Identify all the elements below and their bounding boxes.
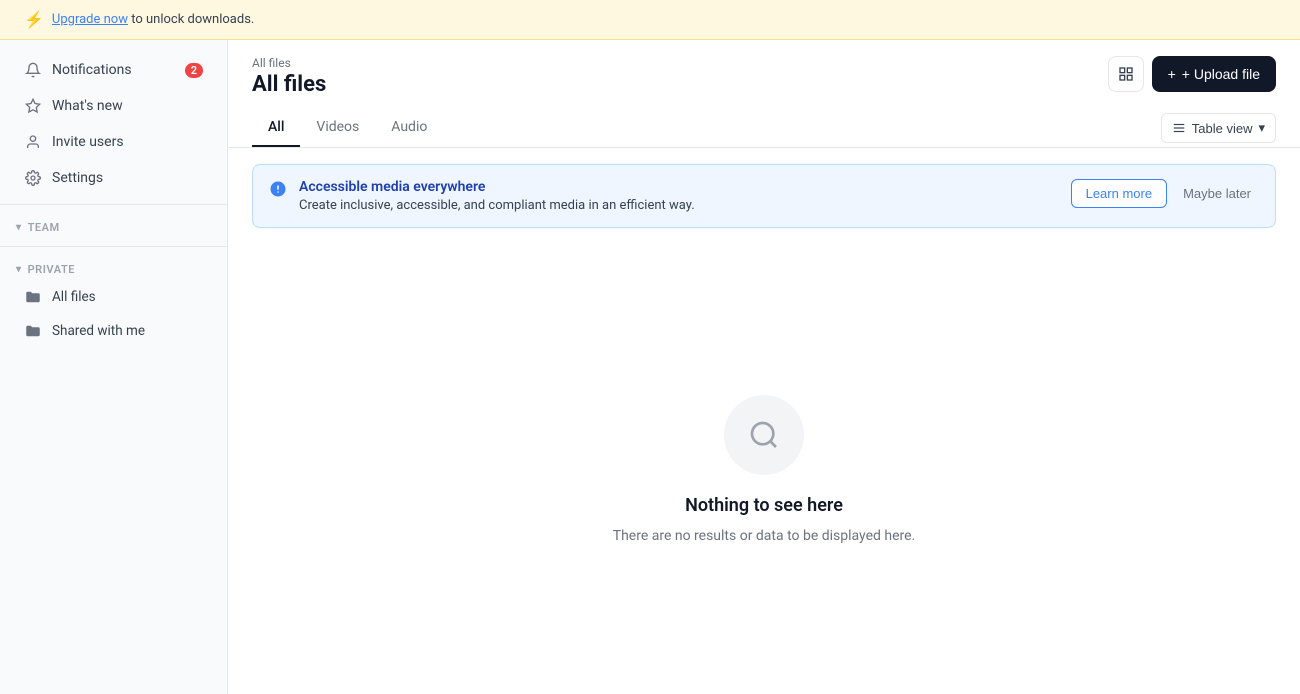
- banner-text: Upgrade now to unlock downloads.: [52, 12, 254, 27]
- sidebar-settings-label: Settings: [52, 170, 103, 186]
- sidebar-item-whats-new[interactable]: What's new: [8, 89, 219, 123]
- sparkle-icon: [24, 97, 42, 115]
- grid-view-button[interactable]: [1108, 56, 1144, 92]
- sidebar-item-notifications[interactable]: Notifications 2: [8, 53, 219, 87]
- empty-state-desc: There are no results or data to be displ…: [613, 528, 916, 544]
- sidebar-item-shared-with-me[interactable]: Shared with me: [8, 315, 219, 347]
- breadcrumb-area: All files All files: [252, 56, 326, 97]
- notification-banner: Accessible media everywhere Create inclu…: [252, 164, 1276, 228]
- sidebar-item-settings[interactable]: Settings: [8, 161, 219, 195]
- sidebar-section-private[interactable]: ▾ PRIVATE: [0, 255, 227, 280]
- table-view-chevron-icon: ▾: [1258, 120, 1265, 136]
- empty-state: Nothing to see here There are no results…: [228, 244, 1300, 694]
- table-view-button[interactable]: Table view ▾: [1161, 113, 1276, 143]
- sidebar-item-all-files[interactable]: All files: [8, 281, 219, 313]
- user-icon: [24, 133, 42, 151]
- team-chevron-icon: ▾: [16, 222, 22, 233]
- maybe-later-button[interactable]: Maybe later: [1175, 180, 1259, 207]
- private-section-label: PRIVATE: [28, 263, 75, 276]
- sidebar-divider-2: [0, 246, 227, 247]
- tab-all[interactable]: All: [252, 109, 300, 147]
- notifications-badge: 2: [185, 63, 203, 78]
- info-icon: [269, 180, 287, 203]
- sidebar-section-team[interactable]: ▾ TEAM: [0, 213, 227, 238]
- upgrade-link[interactable]: Upgrade now: [52, 12, 128, 27]
- breadcrumb: All files: [252, 56, 326, 70]
- upload-file-button[interactable]: + + Upload file: [1152, 56, 1276, 92]
- empty-state-icon-container: [724, 395, 804, 475]
- upload-plus-icon: +: [1168, 66, 1176, 82]
- team-section-label: TEAM: [28, 221, 60, 234]
- shared-folder-icon: [24, 322, 42, 340]
- sidebar-item-invite-users[interactable]: Invite users: [8, 125, 219, 159]
- bell-icon: [24, 61, 42, 79]
- page-title: All files: [252, 72, 326, 97]
- folder-icon: [24, 288, 42, 306]
- sidebar-divider-1: [0, 204, 227, 205]
- all-files-label: All files: [52, 289, 96, 305]
- sidebar-invite-label: Invite users: [52, 134, 124, 150]
- notification-title: Accessible media everywhere: [299, 179, 1059, 195]
- gear-icon: [24, 169, 42, 187]
- lightning-icon: ⚡: [24, 10, 44, 29]
- sidebar-whats-new-label: What's new: [52, 98, 123, 114]
- content-header: All files All files + + Upload file: [228, 40, 1300, 97]
- notification-content: Accessible media everywhere Create inclu…: [299, 179, 1059, 213]
- tabs-container: All Videos Audio Table view ▾: [228, 109, 1300, 148]
- empty-state-title: Nothing to see here: [685, 495, 843, 516]
- table-view-icon: [1172, 121, 1186, 135]
- table-view-label: Table view: [1192, 121, 1253, 136]
- notification-actions: Learn more Maybe later: [1071, 179, 1259, 208]
- upgrade-banner: ⚡ Upgrade now to unlock downloads.: [0, 0, 1300, 40]
- notification-desc: Create inclusive, accessible, and compli…: [299, 198, 1059, 213]
- content-area: All files All files + + Upload file: [228, 40, 1300, 694]
- search-icon: [748, 419, 780, 451]
- learn-more-button[interactable]: Learn more: [1071, 179, 1167, 208]
- private-chevron-icon: ▾: [16, 264, 22, 275]
- sidebar-notifications-label: Notifications: [52, 62, 132, 78]
- upload-file-label: + Upload file: [1182, 66, 1260, 82]
- tab-audio[interactable]: Audio: [375, 109, 443, 147]
- header-actions: + + Upload file: [1108, 56, 1276, 92]
- shared-with-me-label: Shared with me: [52, 323, 145, 339]
- tabs: All Videos Audio: [252, 109, 443, 147]
- sidebar: Notifications 2 What's new Invite users: [0, 40, 228, 694]
- tab-videos[interactable]: Videos: [300, 109, 375, 147]
